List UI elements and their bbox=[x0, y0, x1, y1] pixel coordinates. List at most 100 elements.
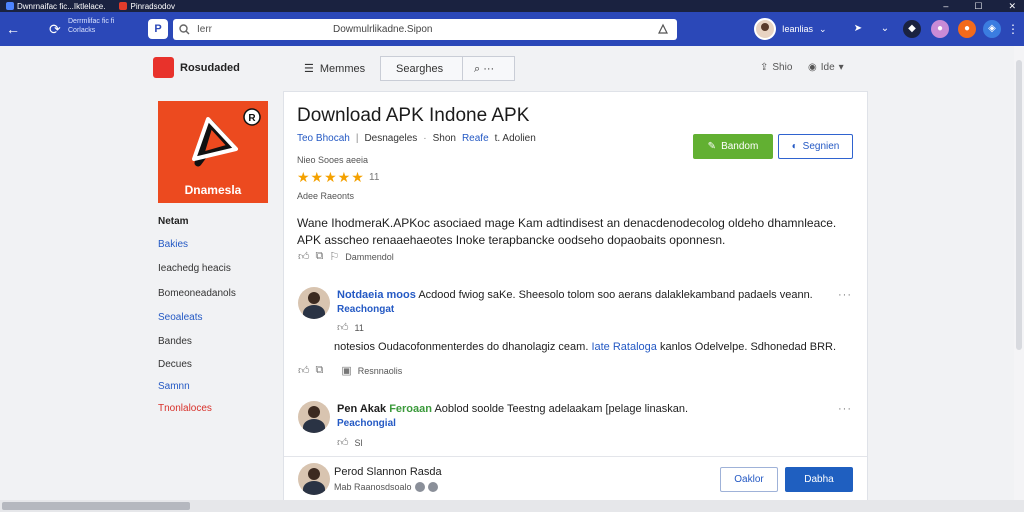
comment-1-text: Notdaeia moos Acdood fwiog saKe. Sheesol… bbox=[337, 289, 813, 301]
download-button[interactable]: ✎ Bandom bbox=[693, 134, 773, 159]
close-window-button[interactable]: ✕ bbox=[1008, 0, 1016, 12]
minimize-button[interactable]: – bbox=[943, 0, 948, 12]
sidebar-item-2[interactable]: Ieachedg heacis bbox=[158, 263, 231, 274]
sidebar-item-4[interactable]: Seoaleats bbox=[158, 312, 202, 323]
copy-icon[interactable]: ⧉ bbox=[316, 250, 324, 263]
sidebar-item-6[interactable]: Decues bbox=[158, 359, 192, 370]
tile-badge: R bbox=[248, 113, 256, 124]
reviews-label[interactable]: Adee Raeonts bbox=[297, 191, 354, 201]
pin-icon[interactable]: P bbox=[148, 19, 168, 39]
maximize-button[interactable]: ☐ bbox=[974, 0, 982, 12]
comment-3-likes: Sl bbox=[354, 437, 363, 448]
thumbs-up-icon[interactable]: 👍︎ bbox=[337, 321, 349, 334]
window-tab-1[interactable]: Dwnrnaifac fic...Iktlelace. bbox=[6, 2, 105, 11]
cancel-button[interactable]: Oaklor bbox=[720, 467, 778, 492]
comment-2-mention[interactable]: Iate Rataloga bbox=[591, 341, 656, 353]
search-button[interactable]: ⌕ ··· bbox=[474, 63, 494, 76]
window-tab-1-label: Dwnrnaifac fic...Iktlelace. bbox=[17, 1, 106, 11]
title-bar: Dwnrnaifac fic...Iktlelace. Pinradsodov … bbox=[0, 0, 1024, 12]
comment-3-reply[interactable]: Peachongial bbox=[337, 418, 396, 429]
avatar bbox=[754, 18, 776, 40]
attach-icon[interactable] bbox=[427, 482, 438, 492]
rating-stars: ★★★★★ bbox=[297, 169, 365, 185]
vertical-scroll-thumb[interactable] bbox=[1016, 60, 1022, 350]
comment-2-body-suffix: kanlos Odelvelpe. Sdhonedad BRR. bbox=[656, 341, 837, 353]
profile-menu[interactable]: Ieanlias ⌄ bbox=[754, 18, 827, 40]
brand[interactable]: Rosudaded bbox=[153, 57, 240, 78]
emoji-icon[interactable] bbox=[414, 482, 425, 492]
developer-link[interactable]: Teo Bhocah bbox=[297, 133, 350, 144]
settings-button[interactable]: ◉ Ide ▾ bbox=[808, 62, 844, 73]
comment-3-body: Aoblod soolde Teestng adelaakam [pelage … bbox=[434, 403, 689, 415]
window-tab-2-label: Pinradsodov bbox=[130, 1, 175, 11]
extension-icon[interactable]: ● bbox=[931, 20, 949, 38]
composer-name: Perod Slannon Rasda bbox=[334, 466, 442, 478]
avatar bbox=[298, 463, 330, 495]
flag-icon[interactable]: ⚐ bbox=[329, 250, 339, 263]
app-description: Wane IhodmeraK.APKoc asociaed mage Kam a… bbox=[297, 216, 837, 247]
bookmark-icon[interactable] bbox=[657, 23, 669, 35]
url-prefix: Ierr bbox=[197, 24, 212, 35]
divider bbox=[284, 456, 867, 457]
thumbs-up-icon[interactable]: 👍︎ bbox=[298, 364, 310, 377]
comment-1-reply[interactable]: Reachongat bbox=[337, 304, 394, 315]
brand-logo-icon bbox=[153, 57, 174, 78]
sidebar-item-0[interactable]: Netam bbox=[158, 216, 189, 227]
search-group: Searghes ⌕ ··· bbox=[380, 56, 515, 81]
menu-icon[interactable]: ⋮ bbox=[1004, 20, 1022, 38]
comment-1-more-icon[interactable]: ··· bbox=[838, 289, 852, 301]
comment-1-author[interactable]: Notdaeia moos bbox=[337, 289, 416, 301]
sidebar-item-1[interactable]: Bakies bbox=[158, 239, 188, 250]
vertical-scrollbar[interactable] bbox=[1014, 46, 1024, 500]
menu-button[interactable]: ☰ Memmes bbox=[296, 56, 373, 81]
avatar[interactable] bbox=[298, 287, 330, 319]
horizontal-scroll-thumb[interactable] bbox=[2, 502, 190, 510]
search-more-icon: ··· bbox=[483, 63, 495, 75]
sidebar-item-7[interactable]: Samnn bbox=[158, 381, 190, 392]
shield-icon[interactable]: ◆ bbox=[903, 20, 921, 38]
address-bar[interactable]: Ierr Dowmulrlikadne.Sipon bbox=[173, 19, 677, 40]
thumbs-up-icon[interactable]: 👍︎ bbox=[337, 436, 349, 449]
comment-2-actions: 👍︎ ⧉ ▣ Resnnaolis bbox=[298, 364, 402, 377]
comment-3-more-icon[interactable]: ··· bbox=[838, 403, 852, 415]
thumbs-up-icon[interactable]: 👍︎ bbox=[298, 250, 310, 263]
back-arrow-icon[interactable]: ← bbox=[6, 21, 20, 37]
comment-2-action[interactable]: Resnnaolis bbox=[358, 366, 403, 376]
image-icon[interactable]: ▣ bbox=[341, 364, 351, 377]
app-logo-icon: R bbox=[192, 108, 261, 167]
comment-3-badge: Feroaan bbox=[389, 403, 432, 415]
share-label: Shio bbox=[772, 62, 793, 73]
app-icon-tile: R Dnamesla bbox=[158, 101, 268, 203]
search-label[interactable]: Searghes bbox=[396, 63, 443, 75]
submit-button[interactable]: Dabha bbox=[785, 467, 853, 492]
chevron-down-icon: ⌄ bbox=[819, 23, 827, 34]
rating-value: 11 bbox=[369, 172, 380, 183]
sidebar-item-5[interactable]: Bandes bbox=[158, 336, 192, 347]
hamburger-icon: ☰ bbox=[304, 63, 314, 75]
comment-1-body: Acdood fwiog saKe. Sheesolo tolom soo ae… bbox=[418, 289, 813, 301]
divider bbox=[462, 57, 463, 80]
sidebar-item-8[interactable]: Tnonlaloces bbox=[158, 403, 212, 414]
platform-link[interactable]: Reafe bbox=[462, 133, 489, 144]
age-label: t. Adolien bbox=[494, 133, 536, 144]
menu-label: Memmes bbox=[319, 62, 366, 75]
sidebar-item-3[interactable]: Bomeoneadanols bbox=[158, 288, 236, 299]
chevron-down-icon[interactable]: ⌄ bbox=[876, 20, 894, 38]
gear-icon: ◉ bbox=[808, 62, 817, 73]
extension-icon[interactable]: ● bbox=[958, 20, 976, 38]
share-icon[interactable]: ➤ bbox=[849, 20, 867, 38]
report-label[interactable]: Dammendol bbox=[345, 252, 394, 262]
window-tab-2[interactable]: Pinradsodov bbox=[119, 1, 175, 11]
comment-3-author[interactable]: Pen Akak bbox=[337, 403, 386, 415]
comment-1-likes: 11 bbox=[354, 322, 364, 333]
url-text[interactable]: Dowmulrlikadne.Sipon bbox=[333, 24, 433, 35]
copy-icon[interactable]: ⧉ bbox=[316, 364, 324, 377]
comment-1-reactions: 👍︎ 11 bbox=[337, 321, 364, 334]
extension-icon[interactable]: ◈ bbox=[983, 20, 1001, 38]
horizontal-scrollbar[interactable] bbox=[0, 500, 1024, 512]
share-button[interactable]: ⇪ Shio bbox=[760, 62, 792, 73]
avatar[interactable] bbox=[298, 401, 330, 433]
app-meta: Teo Bhocah | Desnageles · Shon Reafe t. … bbox=[297, 133, 536, 144]
reload-icon[interactable]: ⟳ bbox=[49, 21, 61, 37]
register-button[interactable]: ◐ Segnien bbox=[778, 134, 853, 159]
